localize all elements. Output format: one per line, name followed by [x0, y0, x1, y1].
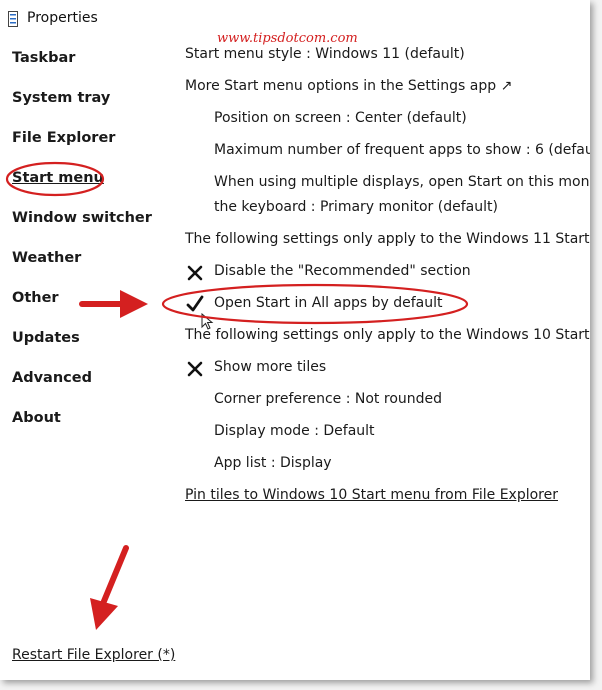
app-list-setting[interactable]: App list : Display — [214, 455, 332, 471]
position-setting[interactable]: Position on screen : Center (default) — [214, 110, 467, 126]
sidebar-item-system-tray[interactable]: System tray — [12, 90, 110, 106]
multi-display-setting-line1[interactable]: When using multiple displays, open Start… — [214, 174, 590, 190]
app-icon — [8, 11, 18, 27]
sidebar-item-updates[interactable]: Updates — [12, 330, 80, 346]
sidebar-item-start-menu[interactable]: Start menu — [12, 170, 104, 186]
mouse-cursor-icon — [201, 313, 214, 330]
sidebar-item-other[interactable]: Other — [12, 290, 59, 306]
disable-recommended-toggle[interactable]: Disable the "Recommended" section — [214, 263, 471, 279]
cross-icon — [187, 265, 203, 281]
checkmark-icon — [186, 295, 204, 312]
properties-window: Properties www.tipsdotcom.com Taskbar Sy… — [0, 0, 590, 680]
restart-explorer-link[interactable]: Restart File Explorer (*) — [12, 647, 175, 663]
sidebar-item-window-switcher[interactable]: Window switcher — [12, 210, 152, 226]
corner-preference-setting[interactable]: Corner preference : Not rounded — [214, 391, 442, 407]
open-all-apps-toggle[interactable]: Open Start in All apps by default — [214, 295, 443, 311]
sidebar-item-about[interactable]: About — [12, 410, 61, 426]
multi-display-setting-line2[interactable]: the keyboard : Primary monitor (default) — [214, 199, 498, 215]
sidebar-item-file-explorer[interactable]: File Explorer — [12, 130, 115, 146]
sidebar-item-taskbar[interactable]: Taskbar — [12, 50, 75, 66]
max-frequent-apps-setting[interactable]: Maximum number of frequent apps to show … — [214, 142, 590, 158]
display-mode-setting[interactable]: Display mode : Default — [214, 423, 375, 439]
red-arrow-down-left — [90, 545, 129, 630]
window-title: Properties — [27, 10, 98, 26]
watermark: www.tipsdotcom.com — [217, 31, 358, 46]
show-more-tiles-toggle[interactable]: Show more tiles — [214, 359, 326, 375]
win11-section-header: The following settings only apply to the… — [185, 231, 590, 247]
pin-tiles-link[interactable]: Pin tiles to Windows 10 Start menu from … — [185, 487, 558, 503]
start-menu-style-setting[interactable]: Start menu style : Windows 11 (default) — [185, 46, 465, 62]
sidebar-item-weather[interactable]: Weather — [12, 250, 81, 266]
red-arrow-right — [79, 290, 148, 318]
win10-section-header: The following settings only apply to the… — [185, 327, 590, 343]
more-options-link[interactable]: More Start menu options in the Settings … — [185, 78, 512, 94]
sidebar-item-advanced[interactable]: Advanced — [12, 370, 92, 386]
cross-icon — [187, 361, 203, 377]
